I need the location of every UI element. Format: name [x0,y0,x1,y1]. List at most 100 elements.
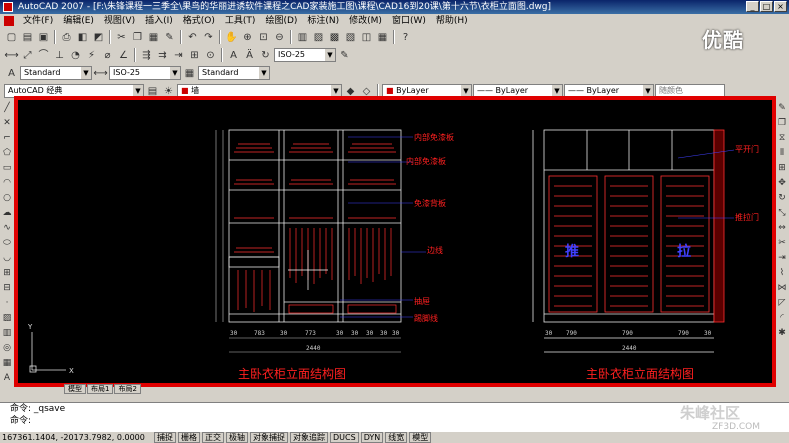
circle-icon[interactable]: ○ [1,192,13,204]
otrack-toggle[interactable]: 对象追踪 [290,432,328,443]
diameter-icon[interactable]: ⌀ [100,48,115,63]
copy-object-icon[interactable]: ❐ [776,117,788,129]
dim-text-edit-icon[interactable]: Ä [242,48,257,63]
dimstyle-manager-icon[interactable]: ✎ [337,48,352,63]
tab-layout2[interactable]: 布局2 [114,384,141,394]
drawing-area[interactable]: 30 783 30 773 30 30 30 30 30 2440 内部免漆板 … [14,96,776,387]
tolerance-icon[interactable]: ⊞ [187,48,202,63]
text-style-combo[interactable]: Standard ▼ [20,66,92,80]
open-icon[interactable]: ▤ [20,30,35,45]
command-prompt[interactable]: 命令: [0,415,789,427]
zoom-window-icon[interactable]: ⊡ [256,30,271,45]
properties-icon[interactable]: ▥ [295,30,310,45]
new-icon[interactable]: ▢ [4,30,19,45]
tab-layout1[interactable]: 布局1 [87,384,114,394]
table-icon[interactable]: ▦ [1,357,13,369]
tool-palettes-icon[interactable]: ▩ [327,30,342,45]
center-mark-icon[interactable]: ⊙ [203,48,218,63]
rotate-icon[interactable]: ↻ [776,192,788,204]
copy-icon[interactable]: ❐ [130,30,145,45]
redo-icon[interactable]: ↷ [201,30,216,45]
explode-icon[interactable]: ✱ [776,327,788,339]
polygon-icon[interactable]: ⬠ [1,147,13,159]
baseline-icon[interactable]: ⇉ [155,48,170,63]
move-icon[interactable]: ✥ [776,177,788,189]
break-icon[interactable]: ⌇ [776,267,788,279]
menu-dimension[interactable]: 标注(N) [302,14,344,28]
arc-icon[interactable]: ◠ [1,177,13,189]
zoom-realtime-icon[interactable]: ⊕ [240,30,255,45]
revision-cloud-icon[interactable]: ☁ [1,207,13,219]
erase-icon[interactable]: ✎ [776,102,788,114]
osnap-toggle[interactable]: 对象捕捉 [250,432,288,443]
table-style-combo[interactable]: Standard ▼ [198,66,270,80]
offset-icon[interactable]: ⫴ [776,147,788,159]
sheet-set-icon[interactable]: ▧ [343,30,358,45]
scale-icon[interactable]: ⤡ [776,207,788,219]
ordinate-icon[interactable]: ⊥ [52,48,67,63]
ducs-toggle[interactable]: DUCS [330,432,359,443]
ellipse-icon[interactable]: ⬭ [1,237,13,249]
spline-icon[interactable]: ∿ [1,222,13,234]
point-icon[interactable]: · [1,297,13,309]
design-center-icon[interactable]: ▨ [311,30,326,45]
dim-style-combo[interactable]: ISO-25 ▼ [109,66,181,80]
menu-insert[interactable]: 插入(I) [140,14,178,28]
close-button[interactable]: × [774,1,787,12]
menu-view[interactable]: 视图(V) [99,14,140,28]
preview-icon[interactable]: ◧ [75,30,90,45]
construction-line-icon[interactable]: ✕ [1,117,13,129]
dim-edit-icon[interactable]: A [226,48,241,63]
linear-dim-icon[interactable]: ⟷ [4,48,19,63]
menu-format[interactable]: 格式(O) [178,14,220,28]
markup-icon[interactable]: ◫ [359,30,374,45]
minimize-button[interactable]: _ [746,1,759,12]
dyn-toggle[interactable]: DYN [360,432,384,443]
mirror-icon[interactable]: ⧖ [776,132,788,144]
array-icon[interactable]: ⊞ [776,162,788,174]
hatch-icon[interactable]: ▨ [1,312,13,324]
calculator-icon[interactable]: ▦ [375,30,390,45]
grid-toggle[interactable]: 栅格 [178,432,200,443]
chamfer-icon[interactable]: ◸ [776,297,788,309]
angular-icon[interactable]: ∠ [116,48,131,63]
fillet-icon[interactable]: ◜ [776,312,788,324]
trim-icon[interactable]: ✂ [776,237,788,249]
jogged-icon[interactable]: ⚡ [84,48,99,63]
ellipse-arc-icon[interactable]: ◡ [1,252,13,264]
menu-draw[interactable]: 绘图(D) [260,14,302,28]
line-icon[interactable]: ╱ [1,102,13,114]
join-icon[interactable]: ⋈ [776,282,788,294]
quick-dim-icon[interactable]: ⇶ [139,48,154,63]
snap-toggle[interactable]: 捕捉 [154,432,176,443]
tab-model[interactable]: 模型 [64,384,86,394]
menu-edit[interactable]: 编辑(E) [58,14,99,28]
menu-tools[interactable]: 工具(T) [220,14,261,28]
paste-icon[interactable]: ▦ [146,30,161,45]
save-icon[interactable]: ▣ [36,30,51,45]
publish-icon[interactable]: ◩ [91,30,106,45]
undo-icon[interactable]: ↶ [185,30,200,45]
dim-update-icon[interactable]: ↻ [258,48,273,63]
continue-icon[interactable]: ⇥ [171,48,186,63]
polyline-icon[interactable]: ⌐ [1,132,13,144]
print-icon[interactable]: ⎙ [59,30,74,45]
dimstyle-combo[interactable]: ISO-25 ▼ [274,48,336,62]
region-icon[interactable]: ◎ [1,342,13,354]
help-icon[interactable]: ? [398,30,413,45]
command-window[interactable]: 命令: _qsave 命令: [0,402,789,432]
insert-block-icon[interactable]: ⊞ [1,267,13,279]
menu-modify[interactable]: 修改(M) [344,14,387,28]
stretch-icon[interactable]: ⇔ [776,222,788,234]
document-icon[interactable] [4,16,14,26]
polar-toggle[interactable]: 极轴 [226,432,248,443]
make-block-icon[interactable]: ⊟ [1,282,13,294]
rectangle-icon[interactable]: ▭ [1,162,13,174]
arc-length-icon[interactable]: ⌒ [36,48,51,63]
radius-icon[interactable]: ◔ [68,48,83,63]
model-toggle[interactable]: 模型 [409,432,432,443]
zoom-previous-icon[interactable]: ⊖ [272,30,287,45]
pan-icon[interactable]: ✋ [224,30,239,45]
aligned-dim-icon[interactable]: ⤢ [20,48,35,63]
ortho-toggle[interactable]: 正交 [202,432,224,443]
